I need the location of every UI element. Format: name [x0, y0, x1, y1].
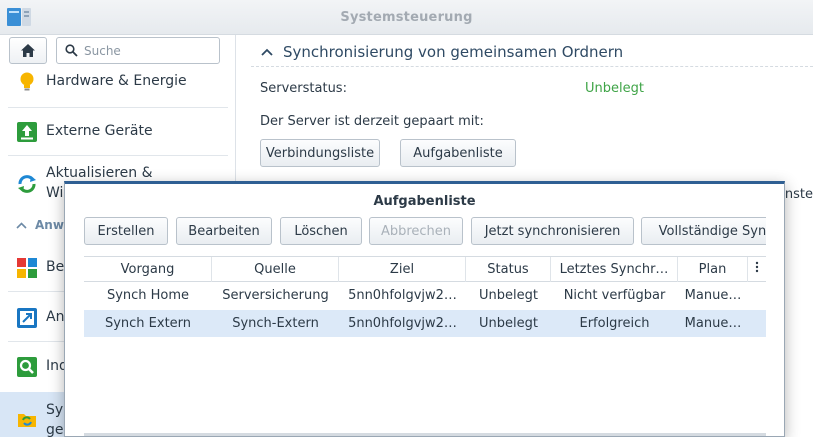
grid-scrollbar[interactable]	[84, 433, 766, 436]
cell-plan: Manue…	[684, 316, 742, 331]
column-header-ziel[interactable]: Ziel	[339, 257, 466, 282]
section-title-label: Synchronisierung von gemeinsamen Ordnern	[283, 43, 624, 61]
column-header-last-sync[interactable]: Letztes Synchr…	[551, 257, 678, 282]
column-header-quelle[interactable]: Quelle	[212, 257, 339, 282]
task-list-dialog: Aufgabenliste Erstellen Bearbeiten Lösch…	[64, 181, 785, 437]
cell-status: Unbelegt	[479, 288, 538, 303]
paired-label: Der Server ist derzeit gepaart mit:	[260, 114, 484, 129]
cell-ziel: 5nn0hfolgvjw2…	[348, 288, 457, 303]
section-header-applications[interactable]: Anw	[16, 218, 64, 232]
indexing-icon	[17, 357, 37, 377]
chevron-up-icon	[261, 48, 273, 56]
search-box[interactable]	[56, 37, 220, 64]
cell-last-sync: Erfolgreich	[579, 316, 650, 331]
cell-quelle: Serversicherung	[222, 288, 329, 303]
search-icon	[65, 44, 78, 57]
cell-vorgang: Synch Extern	[104, 316, 192, 331]
search-input[interactable]	[84, 43, 214, 58]
column-header-vorgang[interactable]: Vorgang	[84, 257, 212, 282]
more-vertical-icon	[755, 261, 759, 273]
update-icon	[18, 175, 36, 193]
edit-button[interactable]: Bearbeiten	[176, 217, 272, 245]
cell-ziel: 5nn0hfolgvjw2…	[348, 316, 457, 331]
home-icon	[21, 44, 35, 57]
sidebar-item-label-line2: Wi	[46, 185, 64, 201]
cancel-button[interactable]: Abbrechen	[369, 217, 463, 245]
sync-now-button[interactable]: Jetzt synchronisieren	[471, 217, 634, 245]
window-title: Systemsteuerung	[340, 10, 473, 25]
divider	[8, 155, 228, 156]
table-row[interactable]: Synch Home Serversicherung 5nn0hfolgvjw2…	[84, 282, 766, 309]
application-portal-icon	[17, 308, 37, 328]
external-devices-icon	[17, 122, 37, 142]
sidebar-item-hardware-energy[interactable]: Hardware & Energie	[0, 71, 235, 93]
connection-list-button[interactable]: Verbindungsliste	[260, 139, 380, 167]
full-sync-button[interactable]: Vollständige Sync	[641, 217, 766, 245]
server-status-label: Serverstatus:	[260, 81, 347, 96]
home-button[interactable]	[9, 37, 47, 64]
dialog-title: Aufgabenliste	[373, 194, 476, 209]
cell-last-sync: Nicht verfügbar	[563, 288, 666, 303]
sidebar-item-label-line2: ge	[46, 422, 64, 437]
sidebar-item-label: Externe Geräte	[46, 123, 153, 139]
sidebar-item-label-line1: Sy	[46, 402, 64, 418]
cell-plan: Manue…	[684, 288, 742, 303]
table-row[interactable]: Synch Extern Synch-Extern 5nn0hfolgvjw2……	[84, 310, 766, 337]
truncated-label: nste	[784, 187, 813, 202]
column-menu-button[interactable]	[748, 257, 766, 282]
task-list-button[interactable]: Aufgabenliste	[400, 139, 516, 167]
sidebar-item-label: Sy ge	[46, 400, 64, 437]
section-header-label: Anw	[35, 218, 64, 232]
sidebar-item-label: An	[46, 309, 65, 325]
create-button[interactable]: Erstellen	[84, 217, 168, 245]
cell-quelle: Synch-Extern	[232, 316, 319, 331]
cell-status: Unbelegt	[479, 316, 538, 331]
column-header-status[interactable]: Status	[466, 257, 551, 282]
sidebar-item-label: Hardware & Energie	[46, 73, 187, 89]
server-status-value: Unbelegt	[585, 81, 644, 96]
title-bar: Systemsteuerung	[0, 0, 813, 35]
shared-folder-sync-icon	[18, 414, 36, 427]
privileges-icon	[17, 258, 37, 278]
divider	[8, 107, 228, 108]
sidebar-item-label-line1: Aktualisieren &	[46, 165, 153, 181]
sidebar-item-external-devices[interactable]: Externe Geräte	[0, 121, 235, 143]
chevron-up-icon	[16, 221, 27, 229]
lightbulb-icon	[20, 72, 34, 91]
divider	[251, 66, 813, 67]
dialog-toolbar: Erstellen Bearbeiten Löschen Abbrechen J…	[84, 217, 766, 246]
sidebar-item-label: Be	[46, 259, 65, 275]
delete-button[interactable]: Löschen	[280, 217, 362, 245]
section-title[interactable]: Synchronisierung von gemeinsamen Ordnern	[261, 43, 623, 61]
grid-header: Vorgang Quelle Ziel Status Letztes Synch…	[84, 256, 766, 282]
cell-vorgang: Synch Home	[106, 288, 190, 303]
column-header-plan[interactable]: Plan	[678, 257, 748, 282]
